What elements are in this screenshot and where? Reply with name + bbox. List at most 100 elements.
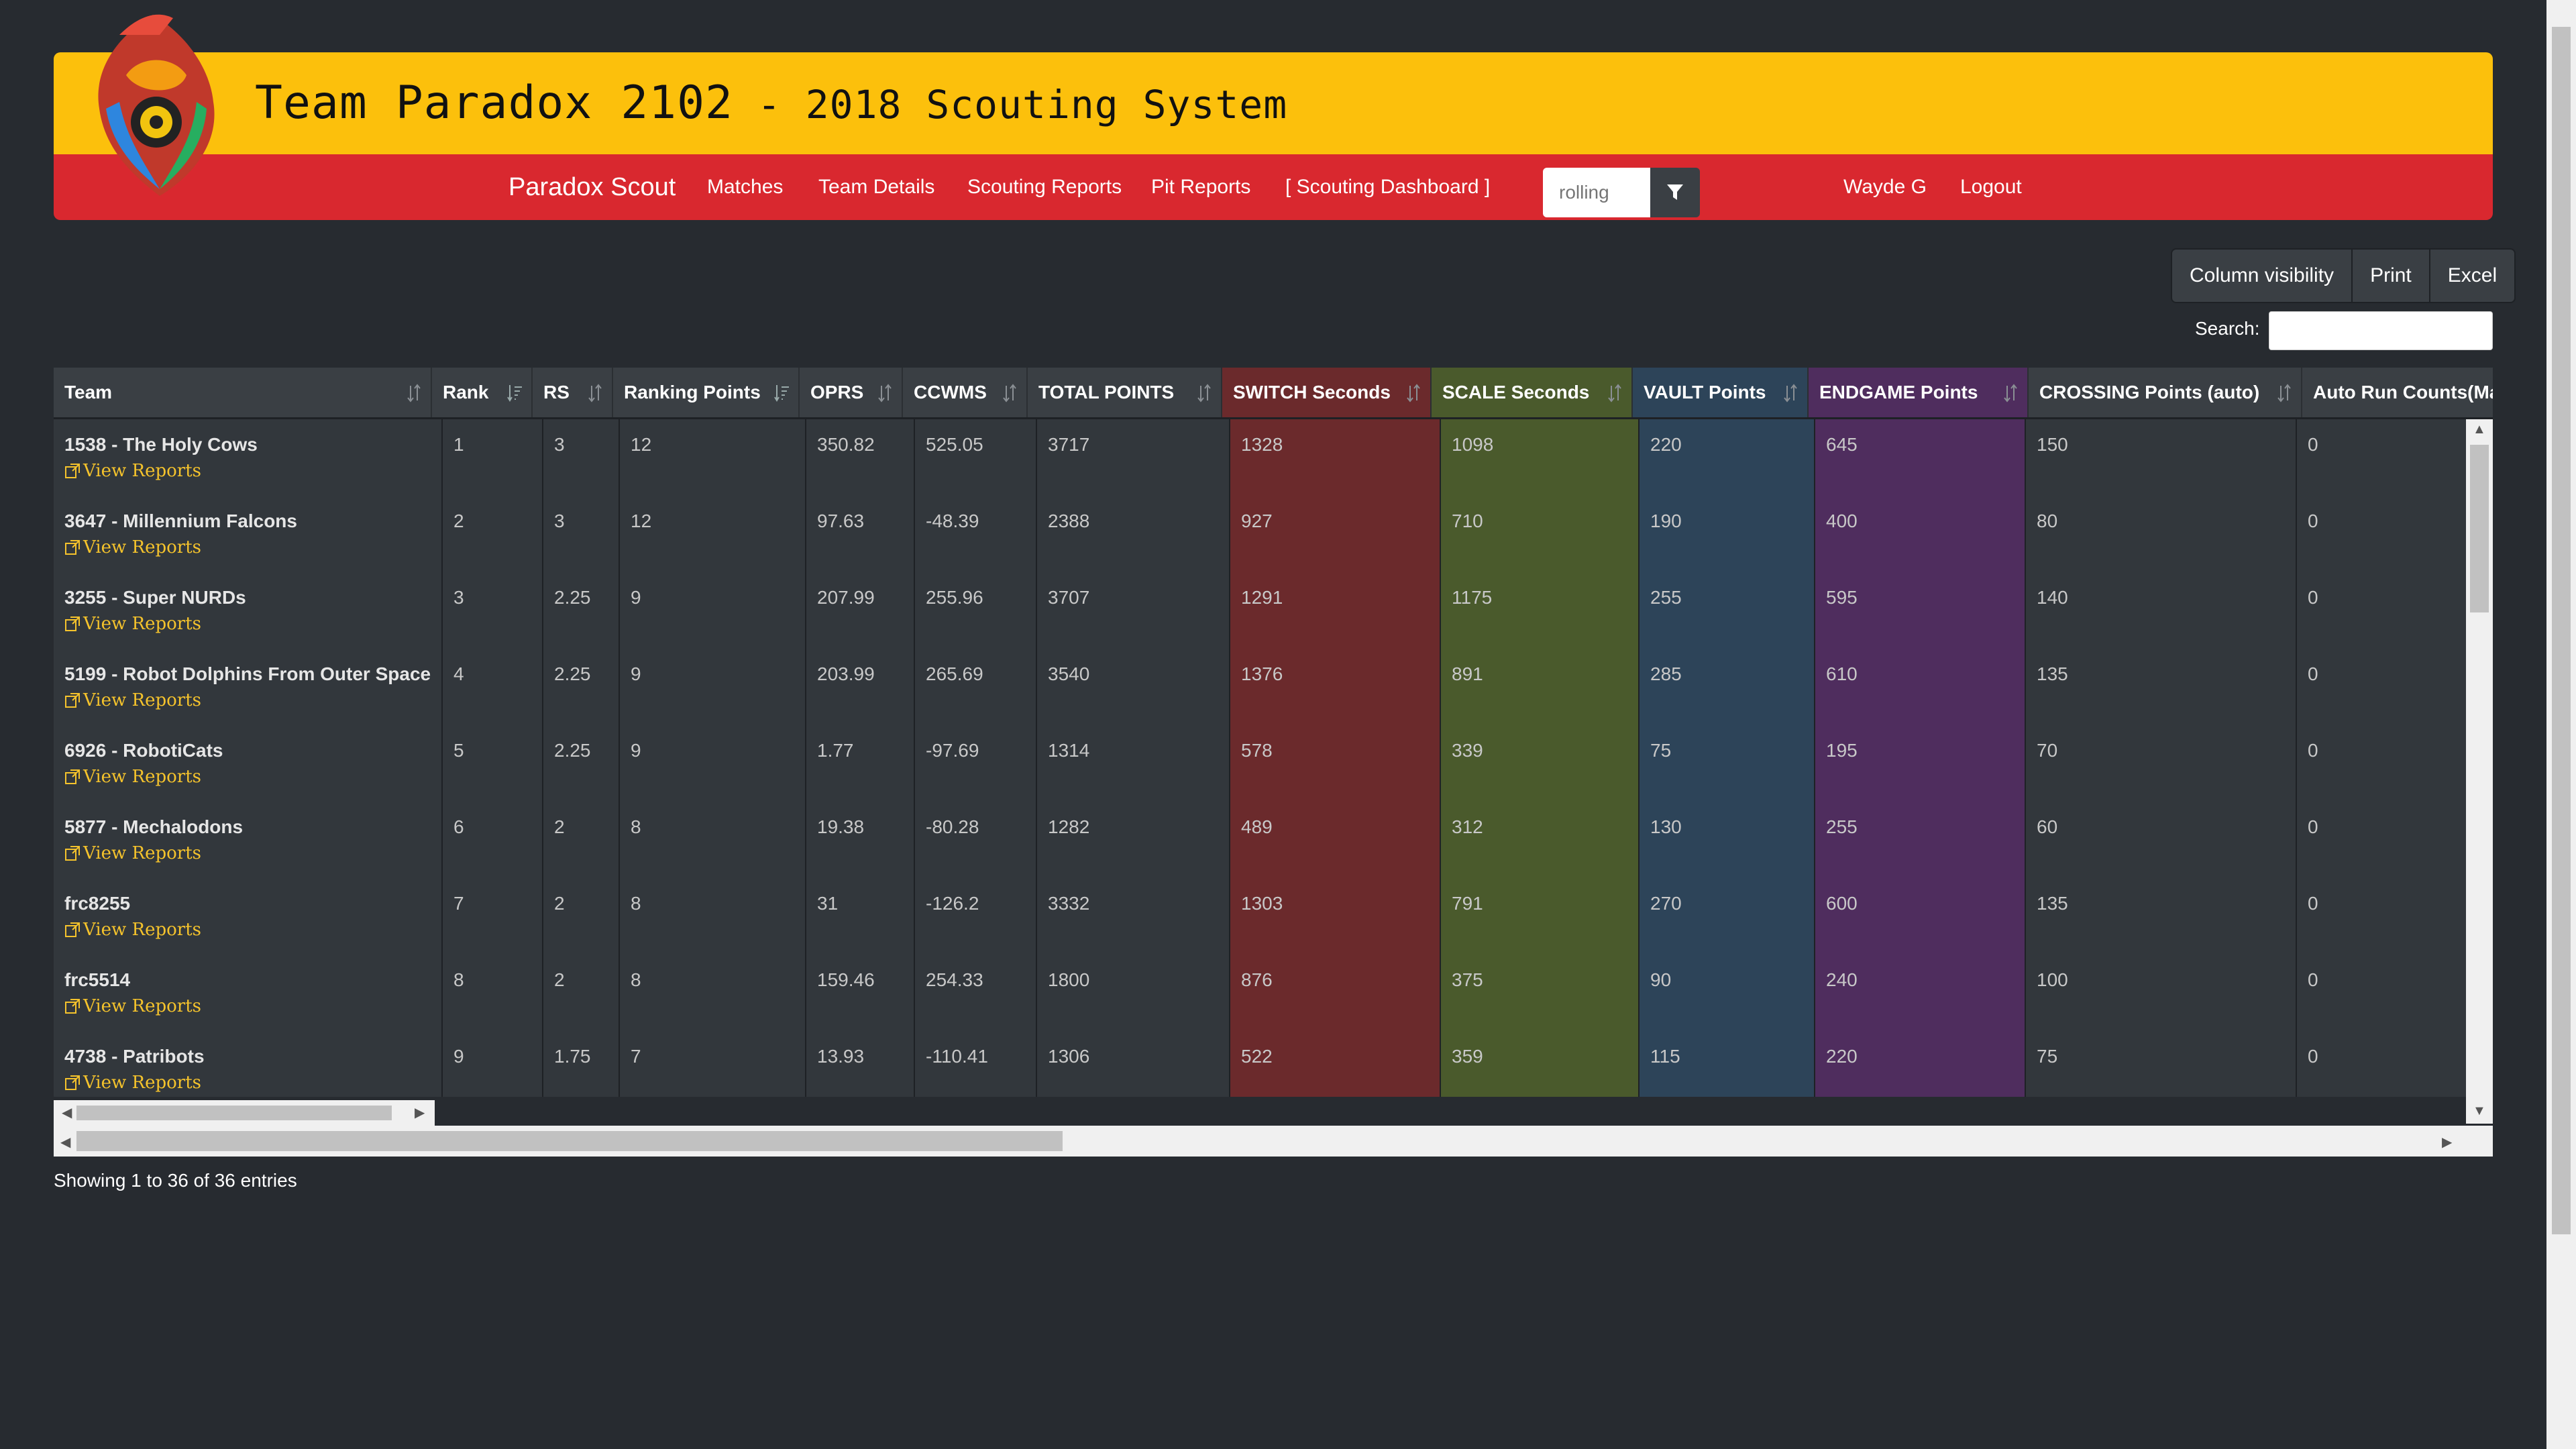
table-row[interactable]: 1538 - The Holy Cows View Reports 1 3 12 350.… [54,419,2469,497]
nav-item-scouting-dashboard[interactable]: [ Scouting Dashboard ] [1285,154,1490,220]
cell-value: 190 [1650,511,1682,531]
cell-value: 7 [453,893,464,914]
view-reports-link[interactable]: View Reports [64,461,441,481]
cell-value: 3540 [1048,663,1090,684]
column-header-label: Team [64,382,113,402]
cell-scale-seconds: 891 [1441,649,1640,725]
cell-vault-points: 255 [1640,572,1815,649]
sort-icon[interactable] [877,384,894,402]
cell-value: 90 [1650,969,1672,990]
sort-icon[interactable] [2003,384,2019,402]
print-button[interactable]: Print [2353,250,2430,302]
frozen-column-scroll-thumb[interactable] [76,1106,392,1120]
filter-input[interactable] [1543,168,1653,217]
cell-rs: 2.25 [543,649,620,725]
sort-icon[interactable] [1607,384,1623,402]
table-row[interactable]: frc5514 View Reports 8 2 8 159.46 254.33 1800 87… [54,955,2469,1032]
horizontal-scroll-thumb[interactable] [76,1131,1063,1151]
sort-icon[interactable] [1002,384,1018,402]
nav-item-pit-reports[interactable]: Pit Reports [1151,154,1250,220]
column-header-oprs[interactable]: OPRS [800,368,903,417]
sort-icon[interactable] [774,384,790,402]
table-row[interactable]: 4738 - Patribots View Reports 9 1.75 7 13.93 -… [54,1031,2469,1097]
column-header-switch-seconds[interactable]: SWITCH Seconds [1222,368,1432,417]
frozen-column-scrollbar[interactable]: ◀ ▶ [54,1100,435,1126]
cell-value: 12 [631,511,652,531]
nav-item-team-details[interactable]: Team Details [818,154,934,220]
view-reports-link[interactable]: View Reports [64,690,441,710]
nav-brand[interactable]: Paradox Scout [508,154,676,220]
cell-vault-points: 270 [1640,878,1815,955]
sort-icon[interactable] [1406,384,1422,402]
cell-value: 13.93 [817,1046,865,1067]
cell-total-points: 3717 [1037,419,1230,496]
cell-value: 255 [1826,816,1858,837]
cell-value: 80 [2037,511,2058,531]
page-scroll-thumb[interactable] [2552,27,2571,1234]
column-header-rank[interactable]: Rank [432,368,533,417]
table-row[interactable]: 5199 - Robot Dolphins From Outer Space Vi… [54,649,2469,727]
sort-icon[interactable] [588,384,604,402]
page-scrollbar[interactable] [2546,0,2576,1449]
cell-value: 375 [1452,969,1483,990]
view-reports-link[interactable]: View Reports [64,920,441,940]
table-vertical-scrollbar[interactable]: ▲ ▼ [2466,419,2493,1124]
scroll-right-arrow-icon[interactable]: ▶ [415,1104,425,1121]
cell-total-points: 1306 [1037,1031,1230,1097]
scroll-up-arrow-icon[interactable]: ▲ [2473,422,2486,437]
cell-total-points: 1282 [1037,802,1230,878]
table-export-buttons: Column visibility Print Excel [2171,248,2516,303]
cell-value: 339 [1452,740,1483,761]
cell-value: 19.38 [817,816,865,837]
nav-user[interactable]: Wayde G [1843,154,1927,220]
table-horizontal-scrollbar[interactable]: ◀ ▶ [54,1126,2493,1157]
column-header-vault-points[interactable]: VAULT Points [1633,368,1809,417]
view-reports-link[interactable]: View Reports [64,1073,441,1093]
scroll-left-arrow-icon[interactable]: ◀ [60,1134,70,1150]
cell-value: -48.39 [926,511,979,531]
view-reports-link[interactable]: View Reports [64,996,441,1016]
cell-vault-points: 285 [1640,649,1815,725]
column-header-crossing-points[interactable]: CROSSING Points (auto) [2029,368,2302,417]
column-header-endgame-points[interactable]: ENDGAME Points [1809,368,2029,417]
view-reports-link[interactable]: View Reports [64,767,441,787]
table-row[interactable]: 5877 - Mechalodons View Reports 6 2 8 19.38 -8… [54,802,2469,879]
view-reports-link[interactable]: View Reports [64,537,441,557]
column-header-label: VAULT Points [1644,382,1766,402]
excel-button[interactable]: Excel [2430,250,2514,302]
table-row[interactable]: frc8255 View Reports 7 2 8 31 -126.2 3332 1303 79… [54,878,2469,956]
cell-oprs: 13.93 [806,1031,915,1097]
cell-rs: 3 [543,496,620,572]
column-header-scale-seconds[interactable]: SCALE Seconds [1432,368,1633,417]
nav-item-scouting-reports[interactable]: Scouting Reports [967,154,1122,220]
external-link-icon [65,464,80,478]
column-header-team[interactable]: Team [54,368,432,417]
table-row[interactable]: 3647 - Millennium Falcons View Reports 2 3 1… [54,496,2469,574]
sort-icon[interactable] [1783,384,1799,402]
vertical-scroll-thumb[interactable] [2470,445,2489,612]
nav-logout[interactable]: Logout [1960,154,2022,220]
column-header-rs[interactable]: RS [533,368,613,417]
search-input[interactable] [2269,311,2493,350]
column-header-total-points[interactable]: TOTAL POINTS [1028,368,1222,417]
cell-rs: 2 [543,955,620,1031]
sort-icon[interactable] [507,384,523,402]
table-row[interactable]: 6926 - RobotiCats View Reports 5 2.25 9 1.77 -… [54,725,2469,803]
sort-icon[interactable] [2277,384,2293,402]
column-header-ccwms[interactable]: CCWMS [903,368,1028,417]
cell-rs: 1.75 [543,1031,620,1097]
scroll-down-arrow-icon[interactable]: ▼ [2473,1104,2486,1119]
filter-button[interactable] [1650,168,1700,217]
cell-value: 0 [2308,663,2318,684]
view-reports-link[interactable]: View Reports [64,843,441,863]
view-reports-link[interactable]: View Reports [64,614,441,634]
sort-icon[interactable] [407,384,423,402]
table-row[interactable]: 3255 - Super NURDs View Reports 3 2.25 9 207.… [54,572,2469,650]
column-header-ranking-points[interactable]: Ranking Points [613,368,800,417]
nav-item-matches[interactable]: Matches [707,154,783,220]
column-header-auto-run-counts[interactable]: Auto Run Counts(Ma [2302,368,2493,417]
scroll-right-arrow-icon[interactable]: ▶ [2442,1134,2452,1150]
column-visibility-button[interactable]: Column visibility [2172,250,2353,302]
sort-icon[interactable] [1197,384,1213,402]
scroll-left-arrow-icon[interactable]: ◀ [62,1104,72,1121]
